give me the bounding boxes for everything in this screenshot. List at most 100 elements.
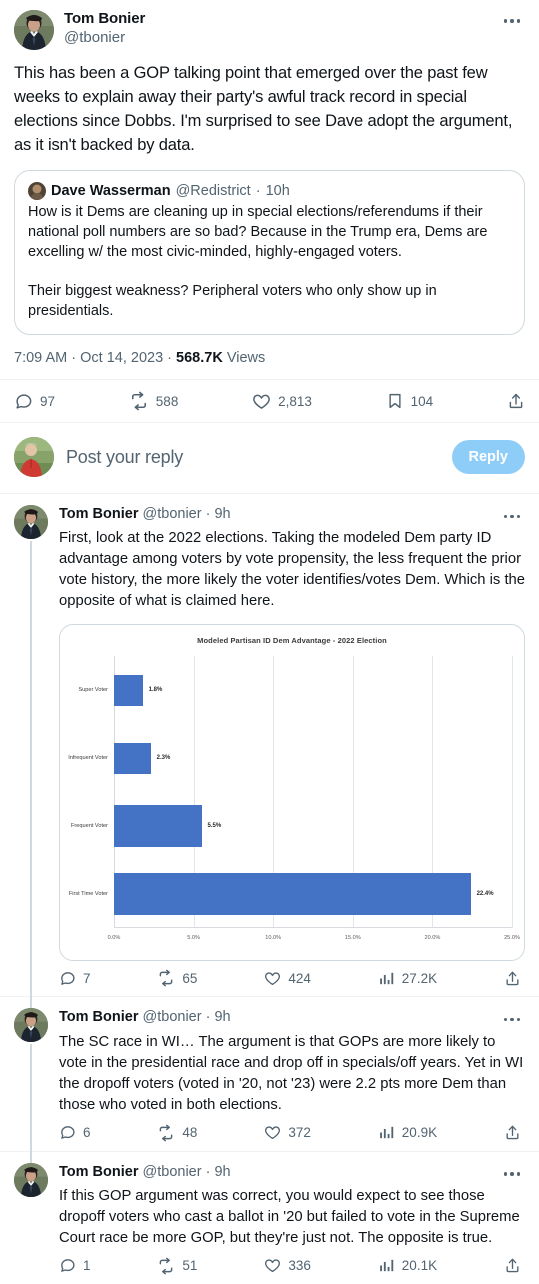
chart-x-tick-labels: 0.0% 5.0% 10.0% 15.0% 20.0% 25.0% xyxy=(108,935,520,947)
quoted-handle: @Redistrict xyxy=(175,183,251,199)
reply-action[interactable]: 7 xyxy=(59,970,91,987)
quoted-tweet-header: Dave Wasserman @Redistrict · 10h xyxy=(28,182,511,200)
reply-action[interactable]: 97 xyxy=(14,392,55,411)
quoted-separator: · xyxy=(255,183,261,199)
reply-header: Tom Bonier @tbonier · 9h xyxy=(59,1163,525,1185)
retweet-action[interactable]: 588 xyxy=(129,391,179,411)
reply-content: Tom Bonier @tbonier · 9h If this GOP arg… xyxy=(59,1163,525,1284)
chart-plot-area: Super Voter 1.8% Infrequent Voter 2.3% Frequ… xyxy=(68,656,513,929)
reply-avatar-column xyxy=(14,1150,48,1284)
chart-x-tick-label: 15.0% xyxy=(344,935,361,942)
more-horizontal-icon[interactable] xyxy=(499,1009,525,1031)
display-name: Tom Bonier xyxy=(59,1163,139,1180)
timestamp: 9h xyxy=(214,506,231,522)
like-action[interactable]: 2,813 xyxy=(252,392,312,411)
like-count: 424 xyxy=(288,970,311,986)
reply-composer[interactable]: Post your reply Reply xyxy=(0,423,539,493)
views-count: 20.9K xyxy=(401,1125,438,1140)
quoted-paragraph-2: Their biggest weakness? Peripheral voter… xyxy=(28,283,437,319)
reply-content: Tom Bonier @tbonier · 9h The SC race in … xyxy=(59,1008,525,1150)
heart-icon xyxy=(265,1126,281,1140)
views-count: 20.1K xyxy=(401,1258,438,1274)
quoted-avatar xyxy=(28,182,46,200)
chart-category-label: Frequent Voter xyxy=(70,823,108,830)
handle: @tbonier xyxy=(142,1009,202,1026)
main-tweet-text: This has been a GOP talking point that e… xyxy=(14,64,513,154)
thread-connector-line xyxy=(30,541,32,1007)
heart-icon xyxy=(253,394,270,409)
bookmark-action[interactable]: 104 xyxy=(386,392,434,410)
retweet-count: 51 xyxy=(182,1258,198,1274)
display-name: Tom Bonier xyxy=(59,506,139,522)
chart-bar-row: Super Voter 1.8% xyxy=(78,674,512,706)
reply-button[interactable]: Reply xyxy=(451,440,525,474)
handle: @tbonier xyxy=(64,29,126,46)
avatar[interactable] xyxy=(14,1008,48,1043)
retweet-action[interactable]: 51 xyxy=(157,1257,197,1275)
share-icon xyxy=(506,971,519,985)
retweet-count: 48 xyxy=(182,1125,198,1140)
like-action[interactable]: 424 xyxy=(264,970,311,987)
user-avatar[interactable] xyxy=(14,437,54,477)
main-action-bar: 97 588 2,813 104 xyxy=(0,380,539,422)
reply-action[interactable]: 1 xyxy=(59,1257,91,1274)
views-action[interactable]: 20.9K xyxy=(378,1124,437,1141)
chart-bar xyxy=(114,674,143,706)
handle: @tbonier xyxy=(142,1163,202,1180)
share-action[interactable] xyxy=(504,1124,521,1141)
bookmark-count: 104 xyxy=(410,393,434,409)
more-horizontal-icon[interactable] xyxy=(499,1163,525,1185)
avatar[interactable] xyxy=(14,505,48,539)
reply-icon xyxy=(61,1126,75,1139)
timestamp: 9h xyxy=(214,1009,231,1026)
reply-placeholder[interactable]: Post your reply xyxy=(66,447,452,468)
chart-x-tick-label: 0.0% xyxy=(107,935,121,942)
chart-category-label: Infrequent Voter xyxy=(68,755,108,762)
reply-header: Tom Bonier @tbonier · 9h xyxy=(59,1008,525,1030)
handle: @tbonier xyxy=(142,506,202,522)
chart-bar-value-label: 22.4% xyxy=(476,891,494,898)
share-action[interactable] xyxy=(504,970,521,987)
views-count: 27.2K xyxy=(401,970,438,986)
share-icon xyxy=(506,1125,519,1140)
views-action[interactable]: 20.1K xyxy=(378,1257,437,1274)
reply-count: 7 xyxy=(83,970,91,986)
chart-title: Modeled Partisan ID Dem Advantage - 2022… xyxy=(197,636,387,646)
chart-card[interactable]: Modeled Partisan ID Dem Advantage - 2022… xyxy=(59,624,525,962)
bookmark-icon xyxy=(389,393,401,409)
reply-header: Tom Bonier @tbonier · 9h xyxy=(59,505,525,527)
separator: · xyxy=(205,506,211,522)
quoted-tweet-card[interactable]: Dave Wasserman @Redistrict · 10h How is … xyxy=(14,170,525,335)
chart-category-label: Super Voter xyxy=(78,687,108,694)
more-horizontal-icon[interactable] xyxy=(499,505,525,527)
share-action[interactable] xyxy=(504,1257,521,1274)
reply-icon xyxy=(16,393,32,409)
avatar[interactable] xyxy=(14,10,54,50)
meta-separator-1: · xyxy=(71,350,77,366)
retweet-action[interactable]: 48 xyxy=(157,1124,197,1142)
reply-text: The SC race in WI… The argument is that … xyxy=(59,1033,524,1113)
avatar[interactable] xyxy=(14,1162,48,1197)
retweet-action[interactable]: 65 xyxy=(157,969,197,987)
like-action[interactable]: 372 xyxy=(264,1124,311,1141)
reply-text: If this GOP argument was correct, you wo… xyxy=(59,1187,520,1246)
chart-bar-row: Frequent Voter 5.5% xyxy=(71,805,512,848)
chart-x-tick-label: 25.0% xyxy=(504,935,520,942)
chart-category-label: First Time Voter xyxy=(68,891,108,898)
analytics-icon xyxy=(379,1260,394,1272)
quoted-paragraph-1: How is it Dems are cleaning up in specia… xyxy=(28,204,488,260)
views-action[interactable]: 27.2K xyxy=(378,970,437,987)
separator: · xyxy=(205,1163,211,1180)
reply-icon xyxy=(61,971,75,985)
share-action[interactable] xyxy=(507,392,525,410)
reply-action[interactable]: 6 xyxy=(59,1124,91,1141)
reply-action-bar: 6 48 372 20.9K xyxy=(59,1116,525,1151)
like-count: 336 xyxy=(288,1258,311,1274)
views-label: Views xyxy=(226,350,266,366)
retweet-icon xyxy=(160,1124,173,1141)
more-horizontal-icon[interactable] xyxy=(499,10,525,32)
retweet-count: 588 xyxy=(155,393,179,409)
timestamp: 9h xyxy=(214,1163,231,1180)
like-action[interactable]: 336 xyxy=(264,1257,311,1274)
chart-gridline xyxy=(512,656,513,929)
